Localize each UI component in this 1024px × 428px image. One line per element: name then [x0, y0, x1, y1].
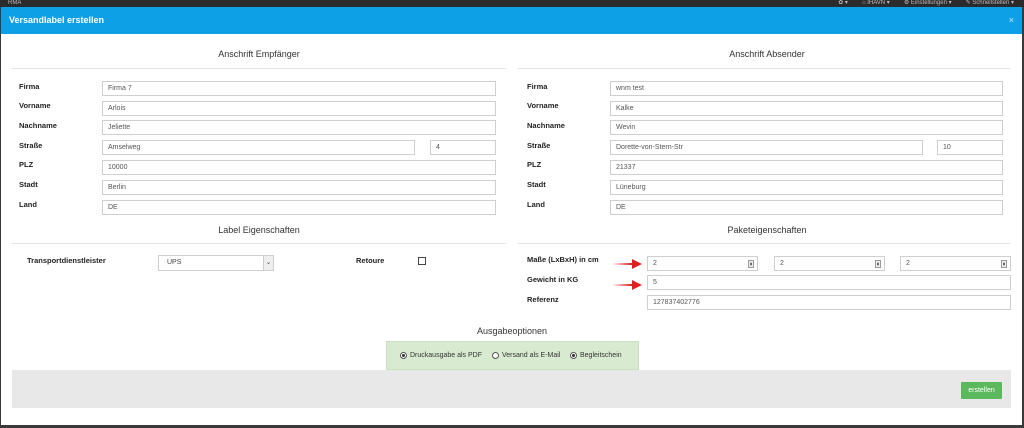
output-option-pdf-label: Druckausgabe als PDF: [410, 352, 482, 359]
output-option-email[interactable]: Versand als E-Mail: [492, 352, 560, 359]
sender-firma-label: Firma: [527, 82, 548, 91]
recipient-land-label: Land: [19, 200, 37, 209]
weight-input[interactable]: 5: [647, 275, 1011, 290]
sender-hausnr-input[interactable]: 10: [937, 140, 1003, 155]
stepper-icon[interactable]: [1001, 260, 1007, 268]
reference-input[interactable]: 127837402776: [647, 295, 1011, 310]
stepper-icon[interactable]: [748, 260, 754, 268]
sender-plz-label: PLZ: [527, 160, 542, 169]
recipient-nachname-label: Nachname: [19, 121, 57, 130]
sender-strasse-label: Straße: [527, 141, 551, 150]
shipping-label-modal: Versandlabel erstellen × Anschrift Empfä…: [1, 7, 1022, 425]
dim-length-input[interactable]: 2: [647, 256, 758, 271]
sender-land-input[interactable]: DE: [610, 200, 1003, 215]
modal-header: Versandlabel erstellen ×: [1, 7, 1022, 34]
radio-unchecked-icon: [492, 352, 499, 359]
return-label: Retoure: [356, 256, 385, 265]
output-heading: Ausgabeoptionen: [476, 326, 548, 336]
sender-nachname-input[interactable]: Wevin: [610, 120, 1003, 135]
sender-stadt-label: Stadt: [527, 180, 546, 189]
close-icon[interactable]: ×: [1009, 15, 1014, 25]
output-option-slip-label: Begleitschein: [580, 352, 622, 359]
recipient-plz-input[interactable]: 10000: [102, 160, 496, 175]
divider: [517, 243, 1011, 244]
recipient-nachname-input[interactable]: Jeliette: [102, 120, 496, 135]
package-props-heading: Paketeigenschaften: [727, 225, 807, 235]
sender-plz-input[interactable]: 21337: [610, 160, 1003, 175]
sender-stadt-input[interactable]: Lüneburg: [610, 180, 1003, 195]
carrier-label: Transportdienstleister: [27, 256, 106, 265]
sender-heading: Anschrift Absender: [729, 49, 805, 59]
create-button[interactable]: erstellen: [961, 382, 1002, 399]
divider: [517, 68, 1011, 69]
recipient-heading: Anschrift Empfänger: [218, 49, 300, 59]
dim-width-input[interactable]: 2: [774, 256, 885, 271]
topbar-item-flower[interactable]: ✿ ▾: [838, 0, 848, 7]
topbar-item-home[interactable]: ⌂ IHAVN ▾: [862, 0, 890, 7]
app-brand: RMA: [8, 0, 22, 6]
dim-height-input[interactable]: 2: [900, 256, 1011, 271]
topbar-menu: ✿ ▾ ⌂ IHAVN ▾ ⚙ Einstellungen ▾ ✎ Schnel…: [838, 0, 1014, 7]
carrier-select[interactable]: UPS ⌄: [158, 255, 274, 271]
chevron-down-icon: ⌄: [263, 256, 273, 270]
sender-land-label: Land: [527, 200, 545, 209]
recipient-firma-label: Firma: [19, 82, 40, 91]
recipient-vorname-input[interactable]: Arlois: [102, 101, 496, 116]
dim-length-value: 2: [653, 260, 657, 267]
divider: [12, 243, 506, 244]
radio-checked-icon: [400, 352, 407, 359]
recipient-stadt-label: Stadt: [19, 180, 38, 189]
sender-firma-input[interactable]: wnm test: [610, 81, 1003, 96]
carrier-value: UPS: [167, 259, 182, 266]
recipient-strasse-input[interactable]: Amselweg: [102, 140, 415, 155]
sender-strasse-input[interactable]: Dorette-von-Stern-Str: [610, 140, 923, 155]
dims-label: Maße (LxBxH) in cm: [527, 255, 599, 264]
output-options-box: Druckausgabe als PDF Versand als E-Mail …: [386, 341, 639, 370]
modal-title: Versandlabel erstellen: [9, 15, 105, 25]
output-option-pdf[interactable]: Druckausgabe als PDF: [400, 352, 482, 359]
modal-footer: [12, 370, 1011, 408]
recipient-vorname-label: Vorname: [19, 101, 51, 110]
sender-vorname-label: Vorname: [527, 101, 559, 110]
topbar-item-shortcuts[interactable]: ✎ Schnellstellen ▾: [966, 0, 1014, 7]
recipient-plz-label: PLZ: [19, 160, 34, 169]
red-arrow-icon: [612, 259, 642, 269]
sender-nachname-label: Nachname: [527, 121, 565, 130]
reference-label: Referenz: [527, 295, 559, 304]
stepper-icon[interactable]: [875, 260, 881, 268]
label-props-heading: Label Eigenschaften: [218, 225, 300, 235]
dim-width-value: 2: [780, 260, 784, 267]
output-option-email-label: Versand als E-Mail: [502, 352, 561, 359]
recipient-firma-input[interactable]: Firma 7: [102, 81, 496, 96]
recipient-hausnr-input[interactable]: 4: [430, 140, 496, 155]
radio-checked-icon: [570, 352, 577, 359]
topbar-item-settings[interactable]: ⚙ Einstellungen ▾: [904, 0, 952, 7]
recipient-stadt-input[interactable]: Berlin: [102, 180, 496, 195]
red-arrow-icon: [612, 280, 642, 290]
return-checkbox[interactable]: [418, 257, 426, 265]
recipient-strasse-label: Straße: [19, 141, 43, 150]
weight-label: Gewicht in KG: [527, 275, 579, 284]
divider: [12, 68, 506, 69]
app-topbar: RMA ✿ ▾ ⌂ IHAVN ▾ ⚙ Einstellungen ▾ ✎ Sc…: [0, 0, 1024, 7]
recipient-land-input[interactable]: DE: [102, 200, 496, 215]
output-option-slip[interactable]: Begleitschein: [570, 352, 622, 359]
dim-height-value: 2: [906, 260, 910, 267]
sender-vorname-input[interactable]: Kalke: [610, 101, 1003, 116]
